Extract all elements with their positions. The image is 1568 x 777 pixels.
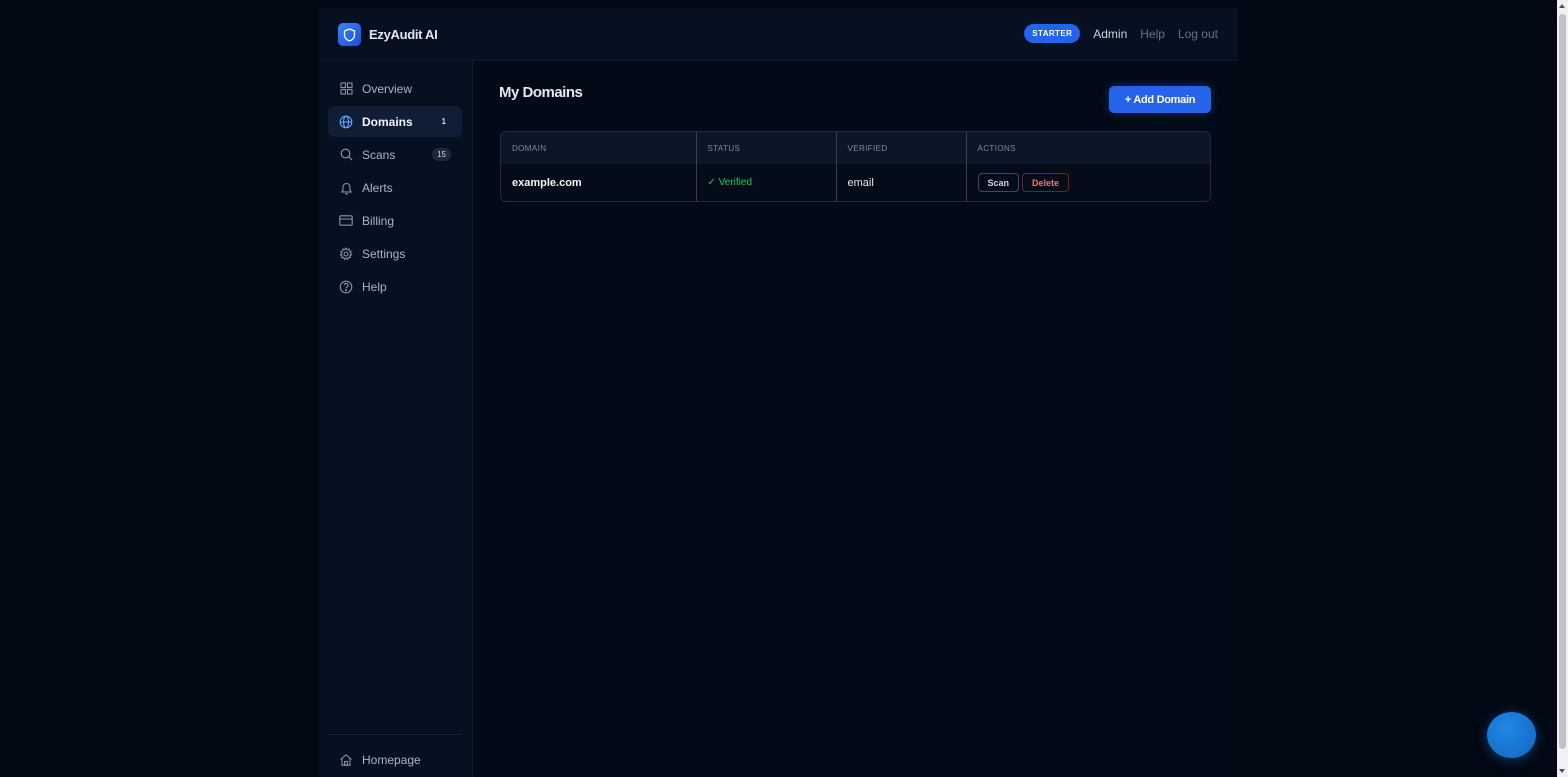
- sidebar-item-help[interactable]: Help: [328, 271, 462, 302]
- sidebar-item-domains[interactable]: Domains 1: [328, 106, 462, 137]
- chat-launcher-button[interactable]: [1487, 712, 1536, 758]
- sidebar-item-label: Domains: [362, 114, 413, 129]
- add-domain-button[interactable]: + Add Domain: [1109, 86, 1211, 113]
- domain-cell: example.com: [512, 176, 582, 189]
- actions-cell: Scan Delete: [965, 164, 1210, 201]
- status-cell: ✓ Verified: [695, 164, 836, 201]
- plan-badge: STARTER: [1024, 24, 1081, 43]
- scan-button[interactable]: Scan: [977, 173, 1020, 192]
- grid-icon: [339, 82, 353, 96]
- sidebar-item-overview[interactable]: Overview: [328, 73, 462, 104]
- scroll-thumb[interactable]: [1559, 14, 1566, 749]
- sidebar-item-label: Billing: [362, 213, 395, 228]
- globe-icon: [339, 115, 353, 129]
- column-header-status: STATUS: [695, 132, 836, 164]
- app-name: EzyAudit AI: [369, 27, 438, 42]
- sidebar-item-label: Scans: [362, 147, 396, 162]
- sidebar-item-label: Homepage: [362, 752, 421, 767]
- gear-icon: [339, 246, 353, 261]
- main-content: My Domains + Add Domain DOMAIN STATUS VE…: [474, 61, 1238, 777]
- brand[interactable]: EzyAudit AI: [338, 23, 438, 46]
- delete-button[interactable]: Delete: [1022, 173, 1070, 192]
- page-title: My Domains: [499, 84, 583, 101]
- verified-method-cell: email: [835, 164, 966, 201]
- bell-icon: [339, 181, 353, 195]
- top-bar: EzyAudit AI STARTER Admin Help Log out: [319, 8, 1238, 61]
- table-row: example.com ✓ Verified email Scan Delete: [501, 164, 1210, 201]
- scroll-up-arrow[interactable]: [1559, 4, 1565, 8]
- sidebar-item-label: Help: [362, 279, 387, 294]
- sidebar-item-label: Settings: [362, 246, 406, 261]
- scroll-down-arrow[interactable]: [1559, 769, 1565, 773]
- table-header-row: DOMAIN STATUS VERIFIED ACTIONS: [501, 132, 1210, 164]
- scans-count-badge: 15: [432, 148, 451, 161]
- sidebar-item-alerts[interactable]: Alerts: [328, 172, 462, 203]
- column-header-actions: ACTIONS: [965, 132, 1210, 164]
- column-header-domain: DOMAIN: [512, 143, 547, 153]
- admin-link[interactable]: Admin: [1093, 27, 1127, 41]
- domains-table: DOMAIN STATUS VERIFIED ACTIONS example.c…: [500, 131, 1211, 202]
- logout-link[interactable]: Log out: [1178, 27, 1218, 41]
- header-actions: STARTER Admin Help Log out: [1024, 24, 1218, 43]
- sidebar-item-label: Overview: [362, 81, 413, 96]
- column-header-verified: VERIFIED: [835, 132, 966, 164]
- search-icon: [339, 148, 353, 162]
- help-circle-icon: [339, 280, 353, 294]
- sidebar-item-homepage[interactable]: Homepage: [328, 744, 462, 775]
- domains-count-badge: 1: [441, 117, 446, 126]
- credit-card-icon: [339, 214, 353, 228]
- sidebar-item-billing[interactable]: Billing: [328, 205, 462, 236]
- page-scrollbar[interactable]: [1557, 0, 1568, 777]
- app-shell: EzyAudit AI STARTER Admin Help Log out O…: [319, 8, 1238, 777]
- sidebar-item-scans[interactable]: Scans 15: [328, 139, 462, 170]
- sidebar-footer: Homepage: [328, 734, 462, 777]
- shield-icon: [338, 23, 361, 46]
- sidebar-nav: Overview Domains 1 Scans 15 Alerts Billi…: [328, 73, 462, 304]
- sidebar-item-settings[interactable]: Settings: [328, 238, 462, 269]
- sidebar-item-label: Alerts: [362, 180, 393, 195]
- sidebar: Overview Domains 1 Scans 15 Alerts Billi…: [319, 61, 473, 777]
- help-link[interactable]: Help: [1140, 27, 1165, 41]
- home-icon: [339, 753, 353, 767]
